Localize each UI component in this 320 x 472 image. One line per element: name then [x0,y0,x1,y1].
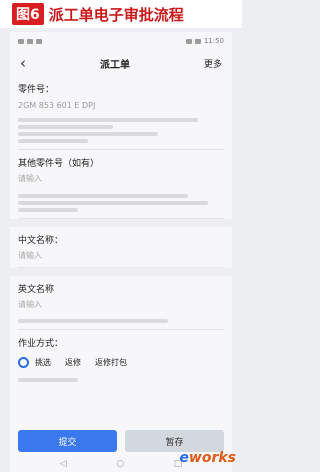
part-number-value: 2GM 853 601 E DPJ [18,101,96,110]
other-part-blurred [18,194,224,212]
status-left-icons [18,38,42,44]
en-name-section: 英文名称 请输入 [10,276,232,330]
watermark-logo: eworks [179,450,236,466]
back-icon[interactable]: ‹ [20,54,26,72]
blurred-line [18,194,188,198]
work-mode-section: 作业方式： 挑选 返修 返修打包 [10,330,232,382]
work-mode-label: 作业方式： [18,339,64,349]
blurred-line [18,201,208,205]
radio-rework-pack[interactable]: 返修打包 [95,357,127,368]
blurred-line [18,378,78,382]
signal-icon [18,38,24,44]
system-home-icon[interactable]: ○ [116,459,124,469]
bluetooth-icon [185,38,192,44]
wifi-icon [27,38,33,44]
en-name-blurred [18,319,224,323]
more-button[interactable]: 更多 [204,57,222,70]
figure-badge: 图6 [12,3,44,25]
action-bar: 提交 暂存 [10,430,232,452]
other-part-section: 其他零件号（如有） 请输入 [10,150,232,219]
other-part-input[interactable]: 请输入 [18,173,224,184]
status-time: 11:50 [203,37,224,45]
save-draft-button[interactable]: 暂存 [125,430,224,452]
blurred-line [18,208,78,212]
blurred-line [18,132,158,136]
system-back-icon[interactable]: ◁ [60,459,67,469]
cn-name-section: 中文名称： 请输入 [10,227,232,268]
figure-caption: 图6 派工单电子审批流程 [0,0,242,28]
radio-selected-icon [18,357,29,368]
blurred-line [18,125,113,129]
status-right-icons: 11:50 [185,37,224,45]
en-name-label: 英文名称 [18,285,55,295]
battery-icon [194,38,201,44]
nav-bar: ‹ 派工单 更多 [10,50,232,76]
status-bar: 11:50 [10,32,232,50]
work-mode-radio-group: 挑选 返修 返修打包 [18,357,224,368]
part-details-blurred [18,118,224,143]
other-part-label: 其他零件号（如有） [18,159,100,169]
notification-icon [36,38,42,44]
radio-rework[interactable]: 返修 [65,357,81,368]
part-number-label: 零件号： [18,85,55,95]
page-title: 派工单 [99,59,130,71]
radio-label: 挑选 [35,358,51,367]
blurred-line [18,319,168,323]
en-name-input[interactable]: 请输入 [18,299,224,310]
blurred-line [18,139,88,143]
radio-pick[interactable]: 挑选 [18,357,51,368]
work-mode-blurred [18,378,224,382]
cn-name-label: 中文名称： [18,236,64,246]
watermark-prefix: e [179,450,189,466]
part-number-section: 零件号： 2GM 853 601 E DPJ [10,76,232,150]
blurred-line [18,118,198,122]
figure-title: 派工单电子审批流程 [48,5,184,24]
phone-screen: 11:50 ‹ 派工单 更多 零件号： 2GM 853 601 E DPJ 其他… [10,32,232,472]
cn-name-input[interactable]: 请输入 [18,250,224,261]
radio-label: 返修 [65,358,81,367]
watermark-suffix: works [188,450,236,466]
submit-button[interactable]: 提交 [18,430,117,452]
radio-label: 返修打包 [95,358,127,367]
